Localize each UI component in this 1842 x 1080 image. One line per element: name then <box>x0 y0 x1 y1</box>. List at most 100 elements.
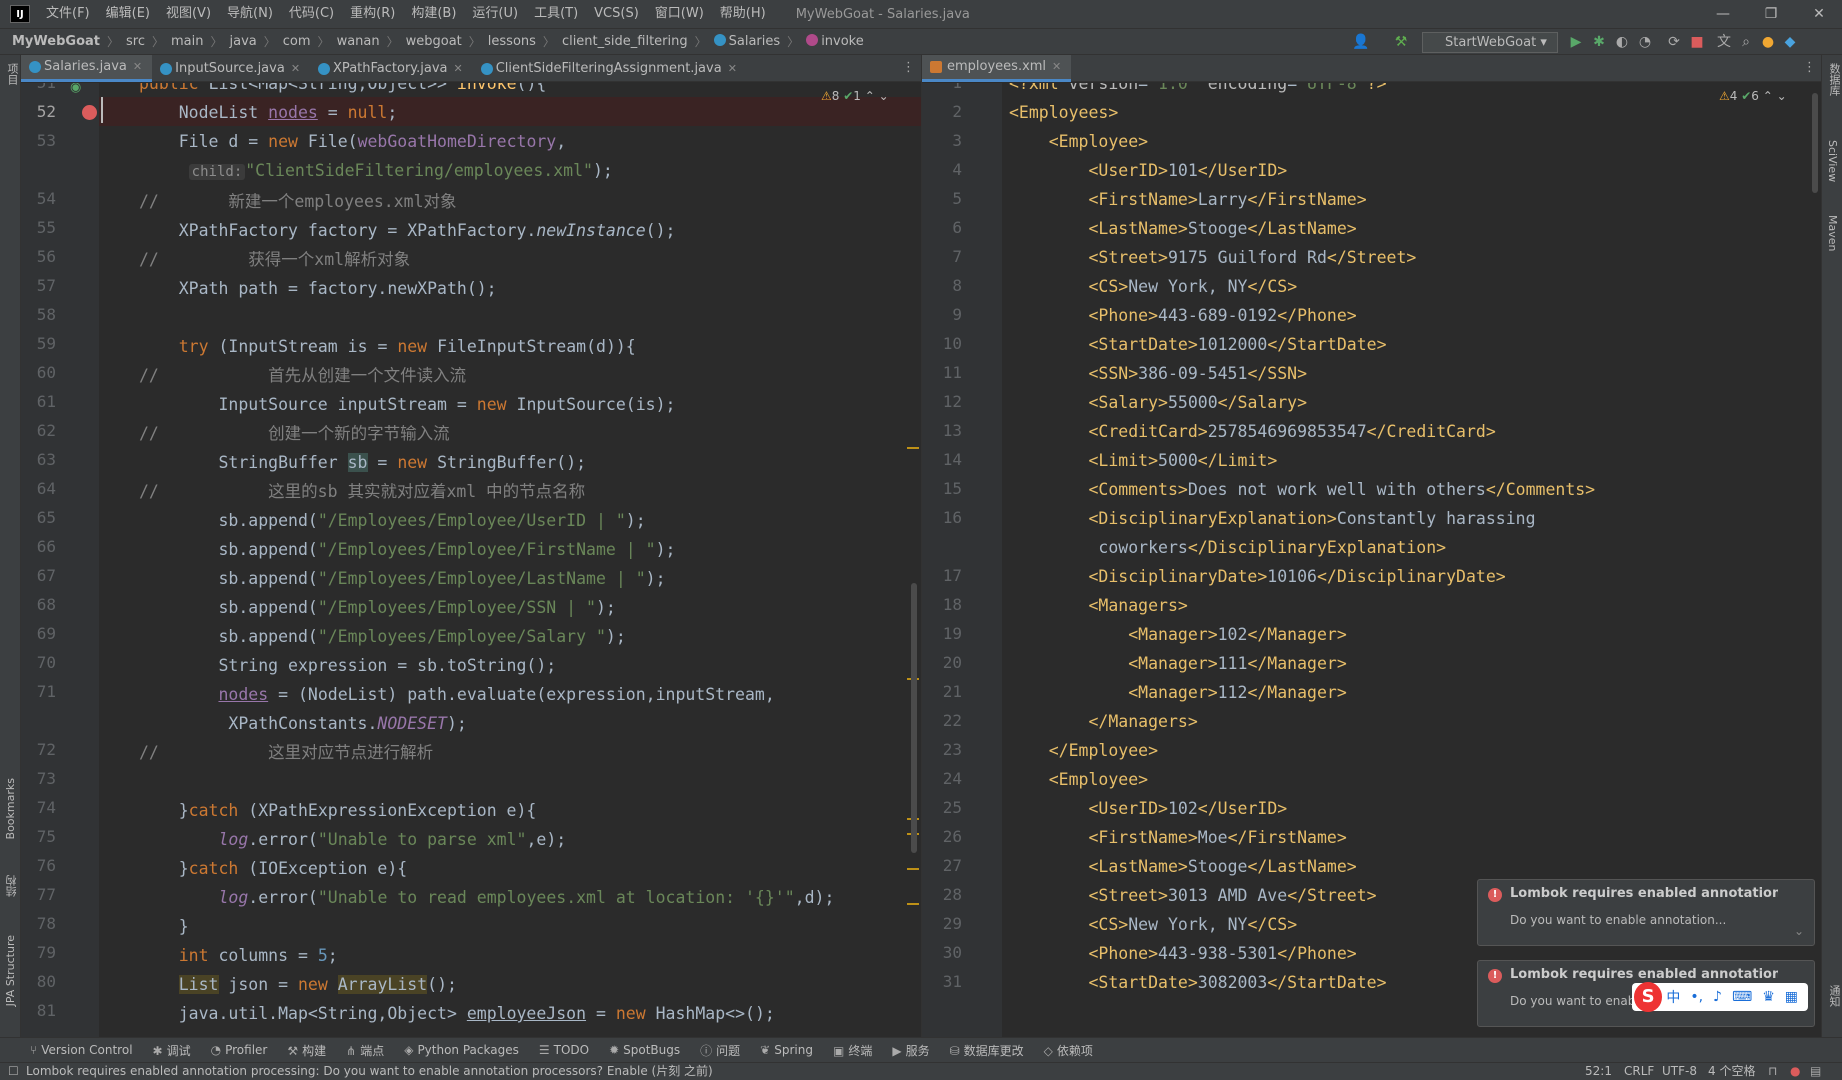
profile-icon[interactable]: ◔ <box>1637 34 1653 50</box>
line-number: 52 <box>36 102 56 121</box>
update-available-icon[interactable]: ● <box>1760 34 1776 50</box>
expand-chevron-icon[interactable]: ⌄ <box>1794 924 1804 938</box>
punctuation-icon[interactable]: •, <box>1690 989 1703 1005</box>
toolbox-icon[interactable]: ▦ <box>1785 989 1798 1005</box>
tool-db-changes[interactable]: ⛁ 数据库更改 <box>950 1042 1024 1059</box>
java-editor[interactable]: 51 52 53 54 55 56 57 58 59 60 61 62 63 64 65 66 67 68 69 70… <box>21 83 921 1037</box>
tab-employees-xml[interactable]: employees.xml ✕ <box>922 54 1072 82</box>
tool-debug[interactable]: ✱ 调试 <box>153 1042 191 1059</box>
menu-help[interactable]: 帮助(H) <box>712 0 774 28</box>
menu-view[interactable]: 视图(V) <box>158 0 219 28</box>
debug-icon[interactable]: ✱ <box>1591 34 1607 50</box>
breadcrumb-method[interactable]: invoke <box>803 34 867 49</box>
status-toggle-icon[interactable]: ☐ <box>8 1063 19 1080</box>
lock-icon[interactable]: ⊓ <box>1768 1063 1777 1080</box>
breakpoint-icon[interactable] <box>82 105 97 120</box>
tab-clientsidefiltering-java[interactable]: ClientSideFilteringAssignment.java ✕ <box>473 55 747 82</box>
breadcrumb-item[interactable]: client_side_filtering <box>559 34 691 49</box>
breadcrumb-item[interactable]: lessons <box>485 34 539 49</box>
indent-setting[interactable]: 4 个空格 <box>1708 1063 1755 1080</box>
run-configuration-select[interactable]: StartWebGoat ▾ <box>1422 32 1558 53</box>
caret-position[interactable]: 52:1 <box>1585 1063 1612 1080</box>
tool-spring[interactable]: ❦ Spring <box>760 1043 813 1057</box>
breadcrumb-project[interactable]: MyWebGoat <box>0 34 103 49</box>
more-tabs-icon[interactable]: ⋮ <box>1803 60 1816 75</box>
notifications-tool-button[interactable]: 通知 <box>1826 985 1842 1007</box>
restore-icon[interactable]: ❐ <box>1750 0 1792 28</box>
close-tab-icon[interactable]: ✕ <box>728 56 737 82</box>
tool-dependencies[interactable]: ◇ 依赖项 <box>1044 1042 1093 1059</box>
menu-run[interactable]: 运行(U) <box>464 0 526 28</box>
tool-build[interactable]: ⚒ 构建 <box>287 1042 326 1059</box>
lombok-notification[interactable]: ! Lombok requires enabled annotation pro… <box>1477 879 1815 946</box>
close-tab-icon[interactable]: ✕ <box>1052 54 1061 80</box>
menu-build[interactable]: 构建(B) <box>403 0 464 28</box>
stop-icon[interactable]: ■ <box>1689 34 1705 50</box>
translate-icon[interactable]: 文 <box>1716 34 1732 50</box>
vertical-scrollbar[interactable] <box>1812 93 1818 193</box>
update-icon[interactable]: ⟳ <box>1666 34 1682 50</box>
bookmarks-tool-button[interactable]: Bookmarks <box>4 778 17 839</box>
menu-file[interactable]: 文件(F) <box>38 0 98 28</box>
coverage-icon[interactable]: ◐ <box>1614 34 1630 50</box>
tab-salaries-java[interactable]: Salaries.java ✕ <box>21 54 153 82</box>
close-tab-icon[interactable]: ✕ <box>454 56 463 82</box>
event-log-icon[interactable]: ● <box>1790 1063 1800 1080</box>
close-tab-icon[interactable]: ✕ <box>133 54 142 80</box>
breadcrumb-item[interactable]: src <box>123 34 148 49</box>
breadcrumb-item[interactable]: main <box>168 34 206 49</box>
tool-endpoints[interactable]: ⋔ 端点 <box>346 1042 384 1059</box>
tool-todo[interactable]: ☰ TODO <box>539 1043 589 1057</box>
minimize-icon[interactable]: — <box>1702 0 1744 28</box>
line-number: 27 <box>942 856 962 875</box>
run-icon[interactable]: ▶ <box>1568 34 1584 50</box>
plugin-icon[interactable]: ◆ <box>1782 34 1798 50</box>
microphone-icon[interactable]: ♪ <box>1713 989 1722 1005</box>
skin-icon[interactable]: ♛ <box>1762 989 1775 1005</box>
inspection-widget[interactable]: ⚠4 ✔6 ⌃ ⌄ <box>1719 89 1787 103</box>
tab-inputsource-java[interactable]: InputSource.java ✕ <box>152 55 310 82</box>
sciview-tool-button[interactable]: SciView <box>1826 140 1839 182</box>
vertical-scrollbar[interactable] <box>911 583 917 853</box>
ime-toolbar[interactable]: S 中 •, ♪ ⌨ ♛ ▦ <box>1632 982 1808 1012</box>
breadcrumb-item[interactable]: java <box>227 34 260 49</box>
tool-problems[interactable]: ⓘ 问题 <box>700 1042 740 1059</box>
structure-tool-button[interactable]: 结构 <box>4 875 20 897</box>
tool-spotbugs[interactable]: ✹ SpotBugs <box>609 1043 680 1057</box>
close-icon[interactable]: ✕ <box>1798 0 1840 28</box>
menu-vcs[interactable]: VCS(S) <box>586 0 647 28</box>
search-icon[interactable]: ⌕ <box>1738 34 1754 50</box>
build-hammer-icon[interactable]: ⚒ <box>1393 34 1409 50</box>
tool-services[interactable]: ▶ 服务 <box>892 1042 929 1059</box>
line-separator[interactable]: CRLF <box>1624 1063 1654 1080</box>
override-gutter-icon[interactable]: ◉ <box>70 83 81 95</box>
file-encoding[interactable]: UTF-8 <box>1662 1063 1697 1080</box>
tool-version-control[interactable]: ⑂ Version Control <box>30 1043 133 1057</box>
ime-lang-toggle[interactable]: 中 <box>1666 987 1680 1007</box>
database-tool-button[interactable]: 数据库 <box>1826 63 1842 96</box>
menu-code[interactable]: 代码(C) <box>281 0 342 28</box>
line-number: 24 <box>942 769 962 788</box>
status-message[interactable]: Lombok requires enabled annotation proce… <box>26 1063 713 1080</box>
breadcrumb-class[interactable]: Salaries <box>711 34 784 49</box>
memory-icon[interactable]: ▤ <box>1810 1063 1821 1080</box>
breadcrumb-item[interactable]: webgoat <box>403 34 465 49</box>
menu-tools[interactable]: 工具(T) <box>526 0 586 28</box>
project-tool-button[interactable]: 项目 <box>4 63 20 85</box>
breadcrumb-item[interactable]: com <box>280 34 314 49</box>
keyboard-icon[interactable]: ⌨ <box>1732 989 1752 1005</box>
user-icon[interactable]: 👤 <box>1352 34 1369 50</box>
menu-navigate[interactable]: 导航(N) <box>219 0 281 28</box>
maven-tool-button[interactable]: Maven <box>1826 215 1839 251</box>
tool-profiler[interactable]: ◔ Profiler <box>211 1043 268 1057</box>
tool-python-packages[interactable]: ◈ Python Packages <box>404 1043 519 1057</box>
tab-xpathfactory-java[interactable]: XPathFactory.java ✕ <box>310 55 473 82</box>
menu-window[interactable]: 窗口(W) <box>647 0 712 28</box>
breadcrumb-item[interactable]: wanan <box>334 34 383 49</box>
menu-refactor[interactable]: 重构(R) <box>342 0 403 28</box>
more-tabs-icon[interactable]: ⋮ <box>902 60 915 75</box>
jpa-structure-tool-button[interactable]: JPA Structure <box>4 935 17 1006</box>
menu-edit[interactable]: 编辑(E) <box>98 0 158 28</box>
close-tab-icon[interactable]: ✕ <box>291 56 300 82</box>
tool-terminal[interactable]: ▣ 终端 <box>833 1042 872 1059</box>
